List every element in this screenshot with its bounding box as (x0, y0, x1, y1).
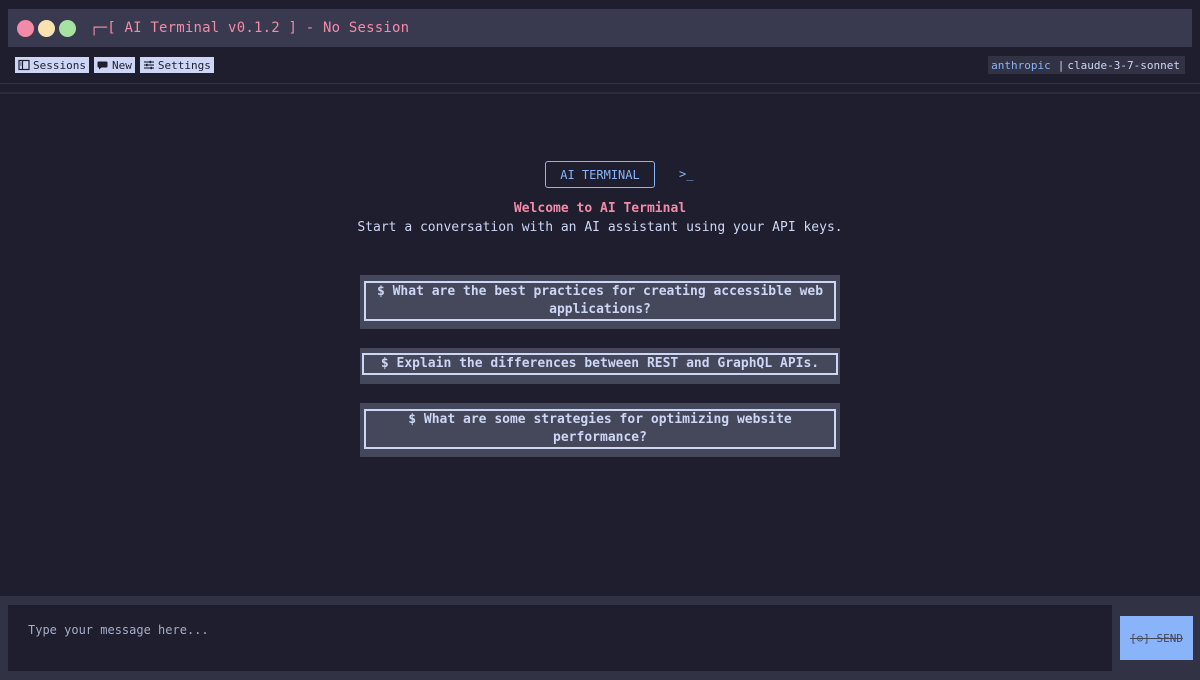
suggestion-rest-vs-graphql[interactable]: $ Explain the differences between REST a… (360, 348, 840, 384)
send-button[interactable]: [⊙] SEND (1120, 616, 1193, 660)
title-bar: ┌─[ AI Terminal v0.1.2 ] - No Session (8, 9, 1192, 47)
suggestion-text: $ What are the best practices for creati… (364, 281, 836, 321)
minimize-window-button[interactable] (38, 19, 55, 37)
settings-button[interactable]: Settings (139, 57, 214, 73)
close-window-button[interactable] (17, 19, 34, 37)
ai-terminal-logo: AI TERMINAL (545, 161, 655, 188)
welcome-panel: AI TERMINAL >_ Welcome to AI Terminal St… (0, 94, 1200, 594)
toolbar: Sessions New Settings anthropic | claude… (0, 47, 1200, 84)
sliders-icon (143, 59, 155, 71)
provider-separator: | (1057, 58, 1065, 72)
settings-label: Settings (157, 58, 211, 72)
provider-name: anthropic (991, 58, 1051, 72)
composer-bar: [⊙] SEND (0, 596, 1200, 680)
new-session-button[interactable]: New (93, 57, 135, 73)
model-name: claude-3-7-sonnet (1067, 58, 1180, 72)
model-selector[interactable]: anthropic | claude-3-7-sonnet (988, 56, 1185, 74)
maximize-window-button[interactable] (59, 19, 76, 37)
window-title: ┌─[ AI Terminal v0.1.2 ] - No Session (90, 20, 410, 36)
sessions-label: Sessions (33, 58, 86, 72)
terminal-prompt-icon: >_ (679, 167, 694, 181)
chat-bubble-icon (97, 59, 109, 71)
suggestion-text: $ Explain the differences between REST a… (362, 353, 838, 375)
new-label: New (111, 58, 132, 72)
suggestion-accessible-web-apps[interactable]: $ What are the best practices for creati… (360, 275, 840, 329)
welcome-heading: Welcome to AI Terminal (513, 201, 687, 216)
suggestion-text: $ What are some strategies for optimizin… (364, 409, 836, 449)
sessions-button[interactable]: Sessions (15, 57, 89, 73)
app-window: ┌─[ AI Terminal v0.1.2 ] - No Session Se… (0, 0, 1200, 680)
welcome-subtitle: Start a conversation with an AI assistan… (357, 220, 843, 235)
message-input[interactable] (8, 605, 1112, 671)
suggestion-website-performance[interactable]: $ What are some strategies for optimizin… (360, 403, 840, 457)
sidebar-panel-icon (18, 59, 30, 71)
